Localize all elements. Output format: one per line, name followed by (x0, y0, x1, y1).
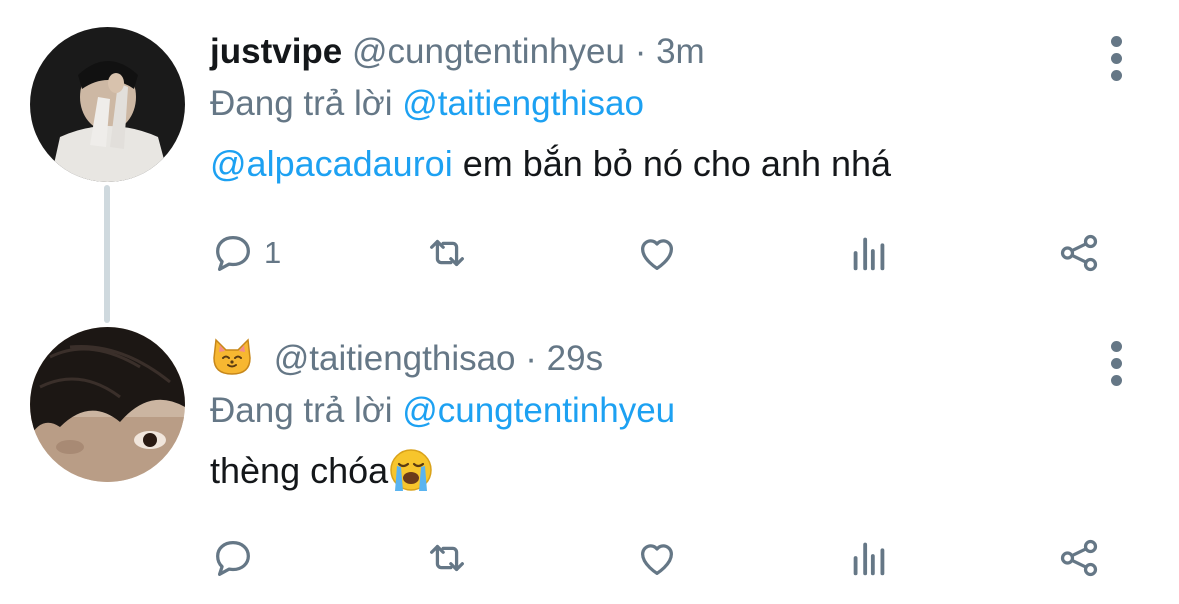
avatar[interactable] (30, 327, 185, 482)
display-name[interactable]: justvipe (210, 32, 342, 71)
avatar[interactable] (30, 27, 185, 182)
share-icon (1060, 234, 1098, 272)
like-icon (640, 239, 674, 270)
handle[interactable]: @taitiengthisao (274, 339, 516, 378)
tweet[interactable]: @taitiengthisao · 29s Đang trả lời @cung… (0, 305, 1179, 604)
tweet-text: thèng chóa (210, 447, 1089, 495)
handle[interactable]: @cungtentinhyeu (352, 32, 625, 71)
replying-to-link[interactable]: @cungtentinhyeu (402, 391, 675, 430)
reply-count: 1 (264, 235, 282, 270)
like-button[interactable] (634, 228, 680, 278)
replying-to: Đang trả lời @cungtentinhyeu (210, 387, 1089, 435)
separator: · (525, 339, 537, 378)
share-icon (1060, 539, 1098, 577)
share-button[interactable] (1056, 228, 1102, 278)
share-button[interactable] (1056, 533, 1102, 583)
tweet-text: @alpacadauroi em bắn bỏ nó cho anh nhá (210, 140, 1089, 188)
timestamp[interactable]: 3m (656, 32, 705, 71)
tweet-header: justvipe @cungtentinhyeu · 3m (210, 28, 1089, 76)
loudly-crying-face-emoji-icon (390, 449, 432, 491)
retweet-icon (430, 239, 464, 267)
reply-icon (216, 236, 250, 271)
cat-face-emoji-icon (213, 338, 251, 375)
timestamp[interactable]: 29s (547, 339, 603, 378)
more-options-icon[interactable] (1111, 36, 1123, 87)
reply-icon (216, 541, 250, 576)
retweet-icon (430, 544, 464, 572)
action-bar (210, 533, 1109, 583)
retweet-button[interactable] (424, 533, 470, 583)
replying-to-label: Đang trả lời (210, 84, 393, 123)
tweet-content: justvipe @cungtentinhyeu · 3m Đang trả l… (210, 28, 1089, 188)
reply-button[interactable]: 1 (210, 228, 281, 278)
tweet-text-body: thèng chóa (210, 450, 389, 491)
mention-link[interactable]: @alpacadauroi (210, 143, 453, 184)
more-options-icon[interactable] (1111, 341, 1123, 392)
tweet-header: @taitiengthisao · 29s (210, 335, 1089, 383)
tweet[interactable]: justvipe @cungtentinhyeu · 3m Đang trả l… (0, 0, 1179, 323)
separator: · (634, 32, 647, 71)
tweet-content: @taitiengthisao · 29s Đang trả lời @cung… (210, 335, 1089, 495)
replying-to: Đang trả lời @taitiengthisao (210, 80, 1089, 128)
tweet-text-body: em bắn bỏ nó cho anh nhá (452, 143, 892, 184)
retweet-button[interactable] (424, 228, 470, 278)
replying-to-label: Đang trả lời (210, 391, 393, 430)
analytics-icon (853, 542, 885, 576)
like-button[interactable] (634, 533, 680, 583)
analytics-button[interactable] (846, 533, 892, 583)
replying-to-link[interactable]: @taitiengthisao (402, 84, 644, 123)
like-icon (640, 544, 674, 575)
analytics-button[interactable] (846, 228, 892, 278)
reply-button[interactable] (210, 533, 264, 583)
analytics-icon (853, 237, 885, 271)
action-bar: 1 (210, 228, 1109, 278)
thread-line (104, 185, 110, 323)
